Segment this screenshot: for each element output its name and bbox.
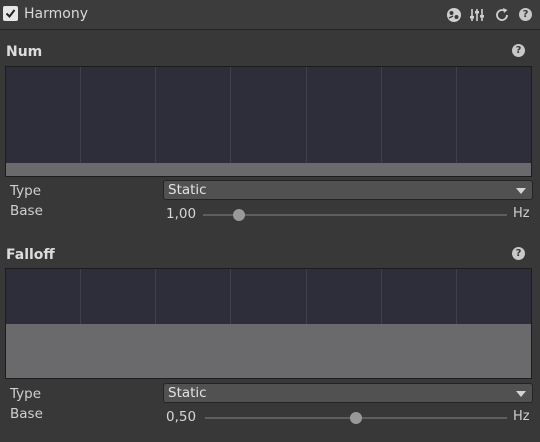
settings-sliders-icon[interactable]: [469, 7, 485, 23]
num-base-slider-thumb[interactable]: [233, 209, 246, 221]
num-base-slider-track[interactable]: [203, 214, 507, 216]
section-title-falloff: Falloff: [6, 247, 55, 263]
chevron-down-icon: [516, 188, 526, 194]
enabled-checkbox[interactable]: [3, 6, 18, 21]
reset-icon[interactable]: [494, 7, 510, 23]
num-base-label: Base: [10, 203, 43, 219]
grid-line: [80, 67, 81, 176]
falloff-base-slider-thumb[interactable]: [350, 412, 362, 424]
falloff-type-value: Static: [168, 385, 207, 401]
num-type-label: Type: [10, 183, 42, 199]
help-icon[interactable]: ?: [519, 8, 532, 21]
grid-line: [230, 67, 231, 176]
component-title: Harmony: [24, 6, 88, 22]
falloff-unit-label: Hz: [513, 409, 530, 424]
falloff-base-label: Base: [10, 406, 43, 422]
curve-fill: [6, 162, 531, 176]
grid-line: [381, 67, 382, 176]
num-type-value: Static: [168, 182, 207, 198]
falloff-help-icon[interactable]: ?: [512, 247, 525, 260]
curve-fill: [6, 323, 531, 378]
falloff-type-dropdown[interactable]: Static: [163, 383, 533, 403]
component-header: Harmony ?: [0, 0, 540, 30]
checkmark-icon: [5, 9, 16, 19]
preset-icon[interactable]: [446, 7, 462, 23]
num-base-value[interactable]: 1,00: [166, 206, 196, 222]
num-type-dropdown[interactable]: Static: [163, 180, 533, 200]
grid-line: [306, 67, 307, 176]
section-title-num: Num: [6, 44, 43, 60]
falloff-base-value[interactable]: 0,50: [166, 409, 196, 425]
grid-line: [456, 67, 457, 176]
num-curve-editor[interactable]: [5, 66, 532, 177]
num-unit-label: Hz: [513, 206, 530, 221]
falloff-curve-editor[interactable]: [5, 268, 532, 379]
chevron-down-icon: [516, 391, 526, 397]
num-help-icon[interactable]: ?: [512, 44, 525, 57]
falloff-type-label: Type: [10, 386, 42, 402]
grid-line: [155, 67, 156, 176]
